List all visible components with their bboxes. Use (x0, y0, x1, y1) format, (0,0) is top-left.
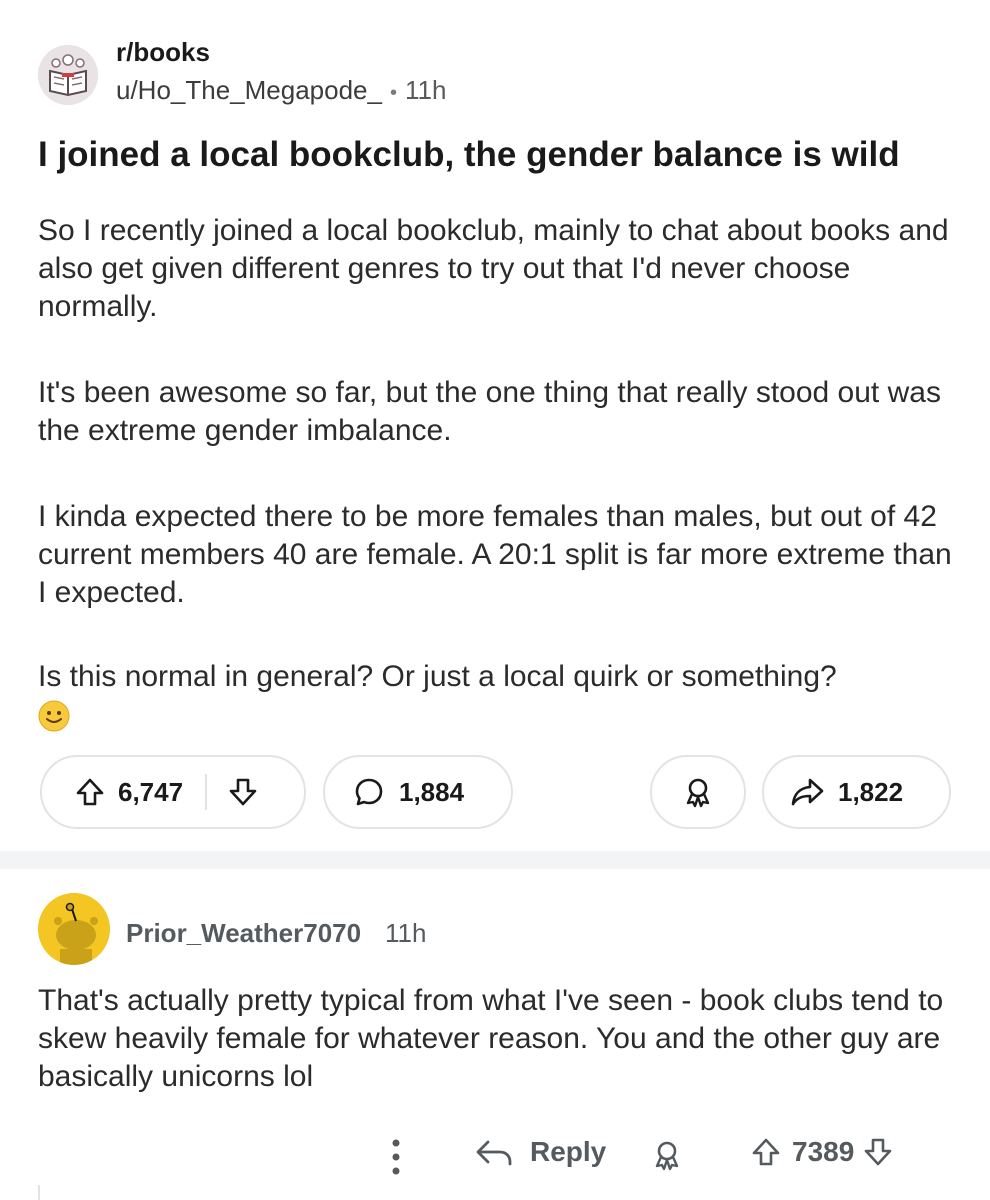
meta-separator: • (389, 82, 397, 104)
post-score: 6,747 (118, 776, 184, 807)
comment-body: That's actually pretty typical from what… (38, 984, 944, 1093)
vote-bar: 6,747 (40, 755, 306, 829)
post-paragraph: It's been awesome so far, but the one th… (38, 376, 941, 447)
share-count: 1,822 (838, 776, 904, 807)
award-icon (681, 775, 715, 809)
subreddit-avatar[interactable] (38, 45, 98, 105)
comment-actions: Reply 7389 (0, 1132, 990, 1182)
share-icon (790, 776, 824, 808)
post-title[interactable]: I joined a local bookclub, the gender ba… (38, 133, 958, 177)
post-paragraph: I kinda expected there to be more female… (38, 500, 952, 609)
comment-icon (353, 776, 385, 808)
section-separator (0, 851, 990, 869)
comment-vote-bar: 7389 (750, 1136, 894, 1168)
comment-time: 11h (385, 918, 427, 948)
downvote-icon[interactable] (227, 776, 259, 808)
comment-score: 7389 (792, 1136, 855, 1167)
post-header: r/books u/Ho_The_Megapode_ • 11h (38, 37, 938, 107)
post-paragraph-wrap: Is this normal in general? Or just a loc… (38, 658, 968, 734)
comment: Prior_Weather7070 11h That's actually pr… (0, 880, 990, 1200)
comment-count: 1,884 (399, 776, 465, 807)
post-paragraph: Is this normal in general? Or just a loc… (38, 660, 837, 693)
reply-icon (474, 1136, 514, 1168)
avatar[interactable] (38, 893, 110, 965)
vote-divider (205, 774, 208, 810)
upvote-icon[interactable] (74, 776, 106, 808)
reply-label: Reply (530, 1136, 607, 1167)
smile-emoji-icon (38, 700, 70, 732)
post-meta: u/Ho_The_Megapode_ • 11h (116, 75, 446, 106)
upvote-icon[interactable] (750, 1136, 782, 1168)
share-button[interactable]: 1,822 (762, 755, 951, 829)
award-button[interactable] (650, 755, 746, 829)
post-time: 11h (405, 75, 447, 105)
subreddit-name[interactable]: r/books (116, 37, 210, 68)
award-icon[interactable] (650, 1138, 684, 1177)
thread-line (38, 1185, 40, 1200)
post-author[interactable]: u/Ho_The_Megapode_ (116, 75, 382, 105)
downvote-icon[interactable] (862, 1136, 894, 1168)
comment-author[interactable]: Prior_Weather7070 (126, 918, 361, 949)
comments-button[interactable]: 1,884 (323, 755, 513, 829)
more-icon[interactable] (384, 1136, 408, 1183)
reply-button[interactable]: Reply (474, 1136, 606, 1168)
post-paragraph: So I recently joined a local bookclub, m… (38, 214, 949, 323)
